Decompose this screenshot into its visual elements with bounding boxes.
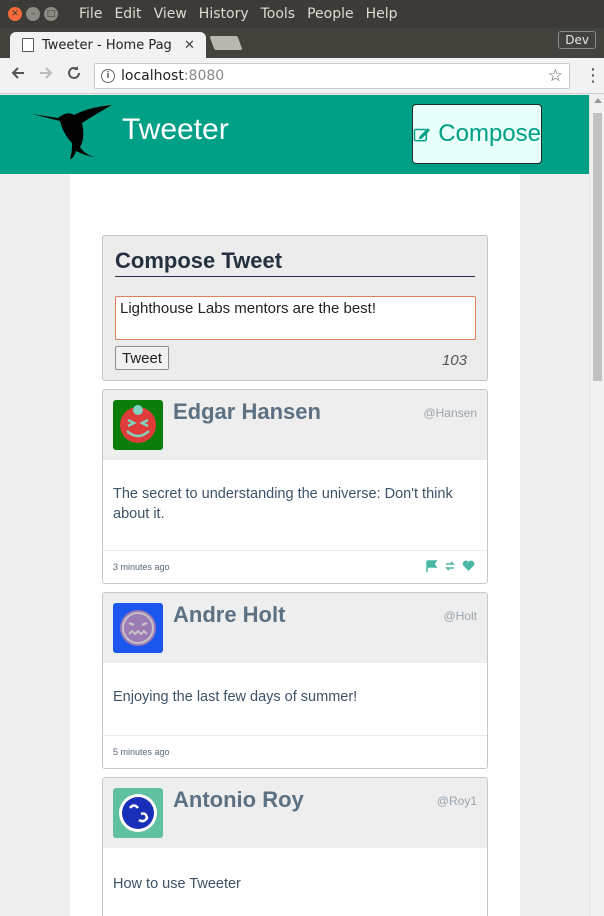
menu-view[interactable]: View <box>148 6 193 22</box>
os-menu-bar: ✕ – □ File Edit View History Tools Peopl… <box>0 0 604 28</box>
back-arrow-icon[interactable] <box>4 65 32 86</box>
info-icon[interactable]: i <box>101 68 115 83</box>
page-scrollbar[interactable] <box>589 95 604 916</box>
tweet-header: Antonio Roy @Roy1 <box>103 778 487 848</box>
avatar <box>113 603 163 653</box>
tab-title: Tweeter - Home Pag <box>42 37 172 53</box>
tweet-submit-button[interactable]: Tweet <box>115 346 170 370</box>
tweet-author-handle: @Roy1 <box>436 794 477 808</box>
char-counter: 103 <box>441 352 467 369</box>
site-title: Tweeter <box>122 113 229 146</box>
more-menu-icon[interactable]: ⋮ <box>584 65 602 86</box>
tweet-card: Andre Holt @Holt Enjoying the last few d… <box>102 592 488 769</box>
address-bar[interactable]: i localhost :8080 ☆ <box>94 62 570 89</box>
tweet-timestamp: 3 minutes ago <box>113 562 170 572</box>
pencil-square-icon <box>413 128 431 142</box>
avatar <box>113 400 163 450</box>
main-container: Compose Tweet Lighthouse Labs mentors ar… <box>70 174 520 916</box>
page-viewport: Tweeter Compose Compose Tweet Lighthouse… <box>0 95 589 916</box>
profile-button[interactable]: Dev <box>558 31 596 49</box>
site-nav: Tweeter Compose <box>0 95 589 174</box>
tweet-author-handle: @Holt <box>443 609 477 623</box>
tweet-header: Andre Holt @Holt <box>103 593 487 663</box>
tweet-card: Edgar Hansen @Hansen The secret to under… <box>102 389 488 584</box>
tweet-timestamp: 5 minutes ago <box>113 747 170 757</box>
tweet-footer: 3 minutes ago <box>103 550 487 583</box>
scroll-thumb[interactable] <box>593 113 602 381</box>
tweet-text: Enjoying the last few days of summer! <box>113 689 358 705</box>
app-menu: File Edit View History Tools People Help <box>73 6 404 22</box>
avatar <box>113 788 163 838</box>
close-window-icon[interactable]: ✕ <box>8 7 22 21</box>
url-host: localhost <box>121 67 184 84</box>
maximize-window-icon[interactable]: □ <box>44 7 58 21</box>
compose-button-label: Compose <box>438 120 541 147</box>
menu-edit[interactable]: Edit <box>108 6 147 22</box>
page-icon <box>22 38 34 52</box>
tweet-actions <box>426 560 475 572</box>
reload-icon[interactable] <box>60 65 88 86</box>
browser-toolbar: i localhost :8080 ☆ ⋮ <box>0 58 604 94</box>
tweet-author-name: Edgar Hansen <box>173 399 321 424</box>
menu-tools[interactable]: Tools <box>255 6 302 22</box>
tweet-author-handle: @Hansen <box>423 406 477 420</box>
tweet-text: How to use Tweeter <box>113 876 241 892</box>
tweet-author-name: Andre Holt <box>173 602 286 627</box>
close-tab-icon[interactable]: ✕ <box>184 38 195 53</box>
tab-strip: Tweeter - Home Pag ✕ Dev <box>0 28 604 58</box>
tweet-textarea[interactable]: Lighthouse Labs mentors are the best! <box>115 296 476 340</box>
bookmark-star-icon[interactable]: ☆ <box>548 66 563 86</box>
new-tab-button[interactable] <box>209 36 243 50</box>
tweet-card: Antonio Roy @Roy1 How to use Tweeter <box>102 777 488 916</box>
compose-heading: Compose Tweet <box>115 248 475 277</box>
url-port: :8080 <box>183 67 225 84</box>
minimize-window-icon[interactable]: – <box>26 7 40 21</box>
scroll-up-icon[interactable] <box>593 98 602 103</box>
new-tweet-form: Compose Tweet Lighthouse Labs mentors ar… <box>102 235 488 381</box>
tweet-text: The secret to understanding the universe… <box>113 486 453 522</box>
window-controls: ✕ – □ <box>8 7 58 21</box>
flag-icon[interactable] <box>426 560 438 572</box>
hummingbird-logo-icon <box>32 105 112 159</box>
menu-history[interactable]: History <box>193 6 255 22</box>
menu-people[interactable]: People <box>301 6 360 22</box>
tweet-author-name: Antonio Roy <box>173 787 304 812</box>
tweet-header: Edgar Hansen @Hansen <box>103 390 487 460</box>
heart-icon[interactable] <box>462 560 475 572</box>
menu-help[interactable]: Help <box>360 6 404 22</box>
tweet-footer: 5 minutes ago <box>103 735 487 768</box>
retweet-icon[interactable] <box>444 560 456 572</box>
browser-tab[interactable]: Tweeter - Home Pag ✕ <box>10 32 206 58</box>
forward-arrow-icon[interactable] <box>32 65 60 86</box>
compose-button[interactable]: Compose <box>412 104 542 164</box>
menu-file[interactable]: File <box>73 6 108 22</box>
